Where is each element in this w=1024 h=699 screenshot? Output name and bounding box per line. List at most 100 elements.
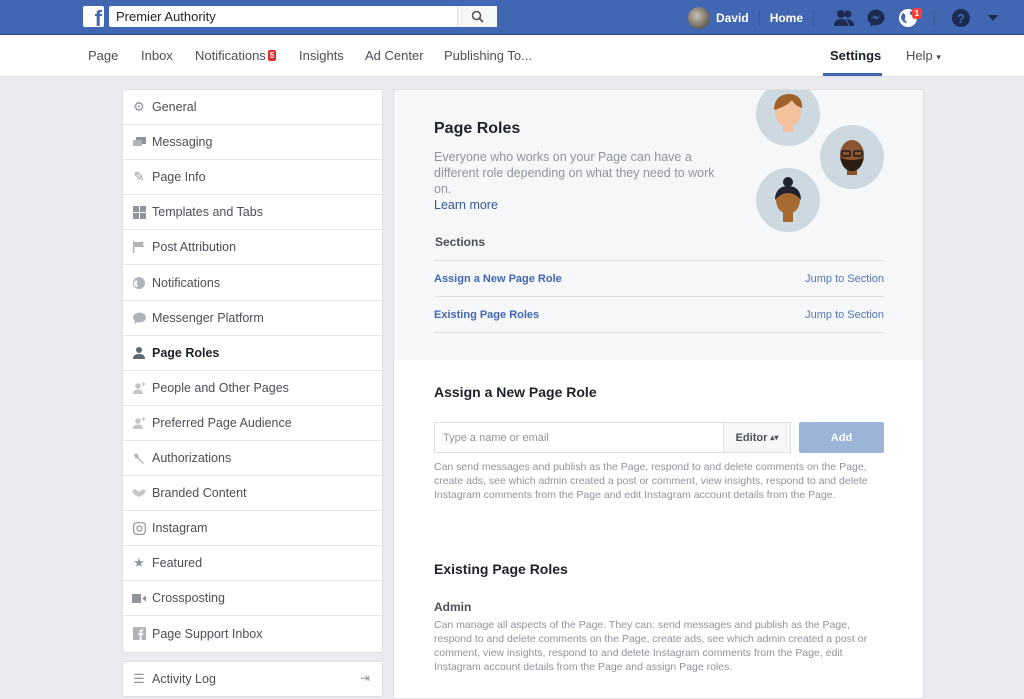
admin-role-label: Admin xyxy=(434,600,472,614)
jump-to-section-link[interactable]: Jump to Section xyxy=(805,273,884,285)
svg-text:?: ? xyxy=(957,11,965,26)
sidebar-item-label: Page Support Inbox xyxy=(152,626,263,641)
sidebar-item-page-info[interactable]: ✎ Page Info xyxy=(123,160,382,196)
divider xyxy=(813,9,815,26)
section-link-existing-roles[interactable]: Existing Page Roles xyxy=(434,309,539,321)
messenger-button[interactable] xyxy=(864,6,888,30)
user-avatar[interactable] xyxy=(688,6,710,29)
flag-icon xyxy=(132,240,146,254)
sidebar-item-featured[interactable]: ★ Featured xyxy=(123,546,382,582)
name-or-email-input[interactable] xyxy=(434,422,723,453)
divider xyxy=(434,332,884,333)
home-link[interactable]: Home xyxy=(770,11,803,25)
description-text: Everyone who works on your Page can have… xyxy=(434,150,715,196)
search-input[interactable] xyxy=(109,6,457,27)
sidebar-item-label: People and Other Pages xyxy=(152,380,289,395)
caret-down-icon xyxy=(988,14,999,21)
sidebar-item-instagram[interactable]: Instagram xyxy=(123,511,382,547)
page-roles-panel: Page Roles Everyone who works on your Pa… xyxy=(393,89,924,699)
sidebar-item-page-support-inbox[interactable]: Page Support Inbox xyxy=(123,616,382,651)
learn-more-link[interactable]: Learn more xyxy=(434,198,498,212)
notifications-button[interactable]: 1 xyxy=(896,6,923,30)
sidebar-item-label: Page Info xyxy=(152,170,206,185)
sidebar-item-messaging[interactable]: Messaging xyxy=(123,125,382,161)
section-link-assign-new-role[interactable]: Assign a New Page Role xyxy=(434,273,562,285)
tab-page[interactable]: Page xyxy=(88,48,118,63)
help-button[interactable]: ? xyxy=(949,6,973,30)
sidebar-item-label: Crossposting xyxy=(152,591,225,606)
sidebar-item-branded-content[interactable]: Branded Content xyxy=(123,476,382,512)
jump-to-section-link[interactable]: Jump to Section xyxy=(805,309,884,321)
sidebar-item-label: Messenger Platform xyxy=(152,310,264,325)
chat-bubble-icon xyxy=(132,311,146,325)
sidebar-item-templates-and-tabs[interactable]: Templates and Tabs xyxy=(123,195,382,231)
messenger-icon xyxy=(867,9,885,27)
sidebar-item-label: Templates and Tabs xyxy=(152,205,263,220)
sidebar-item-general[interactable]: ⚙ General xyxy=(123,90,382,126)
add-role-button[interactable]: Add xyxy=(799,422,884,453)
assign-role-heading: Assign a New Page Role xyxy=(434,384,597,400)
assign-role-form: Editor ▴▾ Add xyxy=(434,422,884,453)
person-illustration-icon xyxy=(756,168,820,232)
person-plus-icon xyxy=(132,416,146,430)
handshake-icon xyxy=(132,486,146,500)
person-icon xyxy=(132,346,146,360)
sidebar-item-label: Activity Log xyxy=(152,672,216,686)
tab-ad-center[interactable]: Ad Center xyxy=(365,48,424,63)
sidebar-item-preferred-page-audience[interactable]: Preferred Page Audience xyxy=(123,406,382,441)
sidebar-item-label: Authorizations xyxy=(152,450,232,465)
facebook-icon xyxy=(132,627,146,641)
sidebar-item-authorizations[interactable]: Authorizations xyxy=(123,441,382,477)
sections-heading: Sections xyxy=(435,235,486,249)
notifications-count-badge: 5 xyxy=(267,50,277,61)
role-description: Can send messages and publish as the Pag… xyxy=(434,461,868,501)
section-row-assign: Assign a New Page Role Jump to Section xyxy=(434,260,884,296)
sidebar-item-page-roles[interactable]: Page Roles xyxy=(123,336,382,371)
sidebar-item-label: Branded Content xyxy=(152,486,247,501)
star-icon: ★ xyxy=(133,555,145,571)
search-icon xyxy=(471,10,484,23)
tab-inbox[interactable]: Inbox xyxy=(141,48,173,63)
tab-notifications[interactable]: Notifications 5 xyxy=(195,48,277,63)
divider xyxy=(934,9,936,26)
messaging-icon xyxy=(132,135,146,149)
pencil-icon: ✎ xyxy=(133,169,145,185)
grid-icon xyxy=(132,205,146,219)
sidebar-item-crossposting[interactable]: Crossposting xyxy=(123,581,382,617)
sidebar-item-label: Featured xyxy=(152,556,203,571)
section-row-existing: Existing Page Roles Jump to Section xyxy=(434,296,884,332)
caret-down-icon: ▾ xyxy=(936,52,941,62)
tab-settings[interactable]: Settings xyxy=(830,48,881,63)
profile-link[interactable]: David xyxy=(716,11,749,25)
notifications-badge: 1 xyxy=(911,7,923,19)
help-menu[interactable]: Help ▾ xyxy=(906,48,941,63)
active-tab-indicator xyxy=(823,73,882,76)
account-menu-button[interactable] xyxy=(981,6,1005,30)
search-button[interactable] xyxy=(457,6,497,27)
friend-requests-button[interactable] xyxy=(832,6,856,30)
settings-sidebar: ⚙ General Messaging ✎ Page Info Template… xyxy=(122,89,383,653)
tab-publishing-tools[interactable]: Publishing To... xyxy=(444,48,532,63)
sidebar-item-label: Post Attribution xyxy=(152,240,237,255)
sidebar-item-activity-log[interactable]: ☰ Activity Log ⇥ xyxy=(122,661,383,697)
facebook-logo-icon[interactable]: f xyxy=(83,6,104,27)
sidebar-item-label: Notifications xyxy=(152,275,221,290)
sidebar-item-messenger-platform[interactable]: Messenger Platform xyxy=(123,301,382,336)
role-select[interactable]: Editor ▴▾ xyxy=(723,422,791,453)
page-title: Page Roles xyxy=(434,120,521,137)
sidebar-item-label: Preferred Page Audience xyxy=(152,415,292,430)
person-plus-icon xyxy=(132,381,146,395)
search-bar xyxy=(109,6,497,27)
existing-roles-heading: Existing Page Roles xyxy=(434,561,568,577)
sidebar-item-label: General xyxy=(152,100,197,115)
tab-notifications-label: Notifications xyxy=(195,48,266,63)
wrench-icon xyxy=(132,451,146,465)
sidebar-item-post-attribution[interactable]: Post Attribution xyxy=(123,230,382,266)
sidebar-item-people-and-other-pages[interactable]: People and Other Pages xyxy=(123,371,382,406)
sidebar-item-notifications[interactable]: Notifications xyxy=(123,265,382,301)
friends-icon xyxy=(834,9,855,26)
tab-insights[interactable]: Insights xyxy=(299,48,344,63)
role-select-value: Editor xyxy=(735,431,768,444)
sidebar-item-label: Instagram xyxy=(152,521,208,536)
list-icon: ☰ xyxy=(133,671,145,686)
